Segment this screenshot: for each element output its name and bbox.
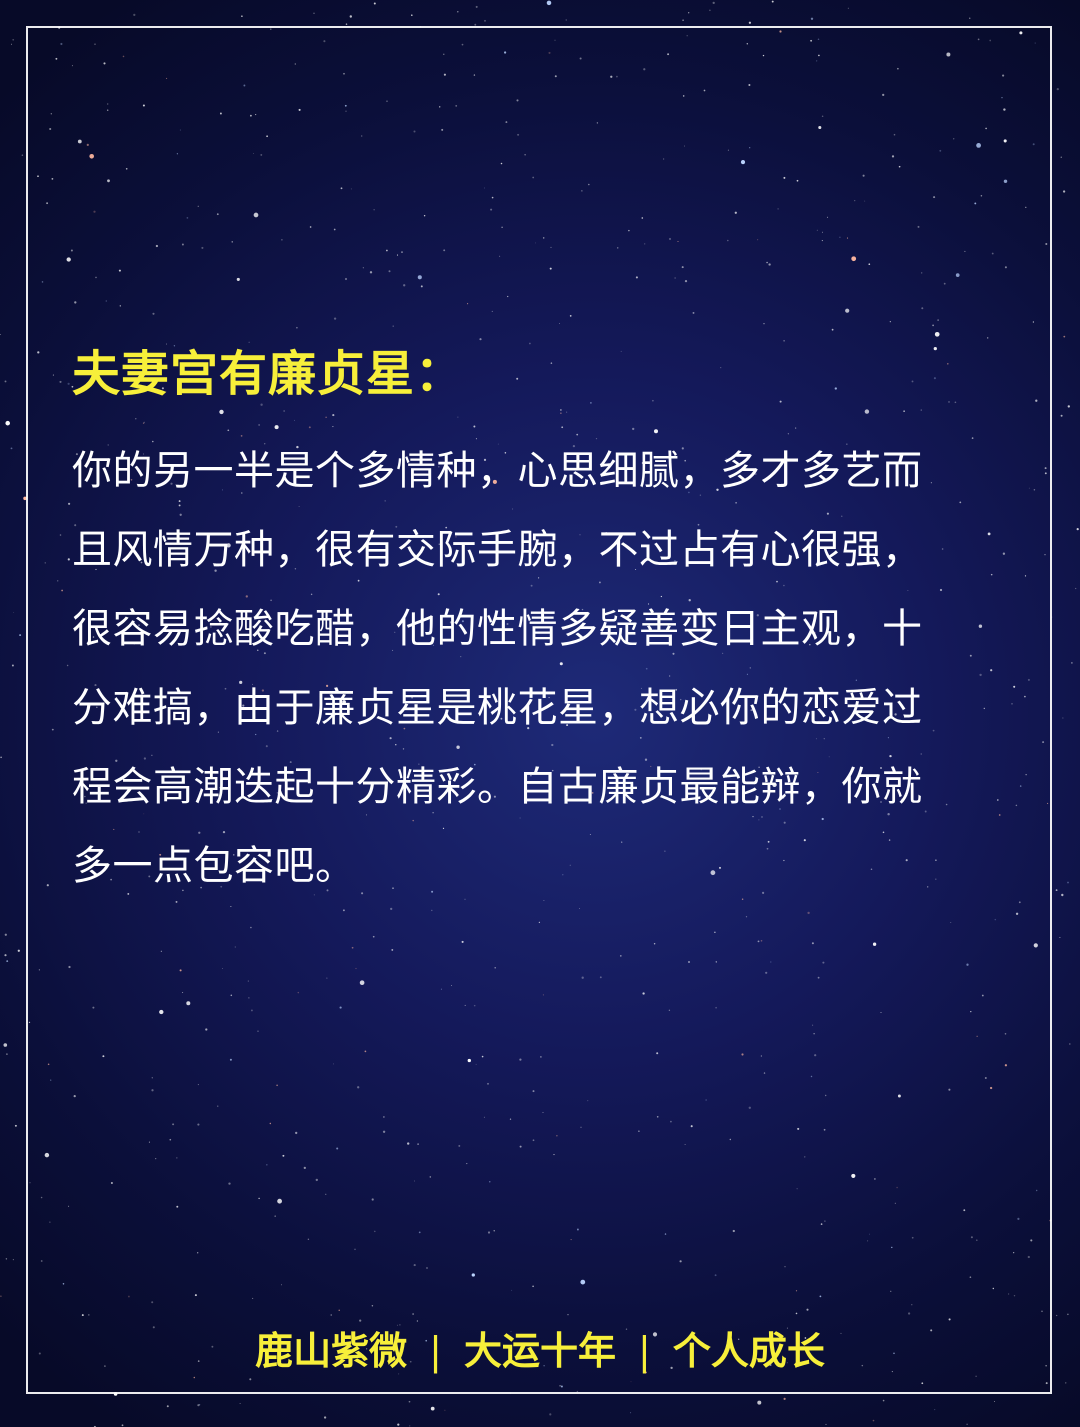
star (5, 1258, 8, 1260)
star (1060, 414, 1063, 417)
star (0, 1295, 2, 1298)
star (1056, 1314, 1058, 1317)
star (1068, 1043, 1071, 1045)
footer-item-brand: 鹿山紫微 (255, 1329, 408, 1373)
star (12, 38, 15, 41)
star (709, 9, 711, 12)
star (397, 1423, 400, 1426)
star (882, 1399, 885, 1402)
footer-item-fortune: 大运十年 (463, 1329, 616, 1373)
star (0, 334, 1, 336)
star (430, 1406, 435, 1411)
star (1055, 889, 1058, 892)
star (19, 634, 22, 637)
star (1067, 1313, 1069, 1316)
star (6, 1053, 8, 1055)
star (1067, 405, 1070, 408)
star (17, 949, 20, 952)
star (5, 420, 10, 426)
star (3, 1043, 8, 1047)
star (872, 1419, 875, 1422)
star (0, 756, 2, 759)
star (1065, 1382, 1067, 1384)
star (349, 15, 352, 18)
body-line: 且风情万种，很有交际手腕，不过占有心很强， (72, 527, 923, 573)
star (444, 1409, 446, 1411)
star (475, 5, 478, 8)
star (409, 1425, 411, 1427)
star (14, 1124, 17, 1127)
star (239, 1403, 241, 1404)
star (934, 1409, 936, 1411)
star (1061, 893, 1064, 897)
star (6, 960, 9, 962)
footer-tagline: 鹿山紫微 | 大运十年 | 个人成长 (0, 1320, 1080, 1375)
star (546, 0, 552, 6)
star (133, 13, 136, 17)
star (630, 1412, 632, 1414)
star (11, 43, 12, 45)
star (13, 611, 15, 613)
star (241, 15, 243, 18)
body-line: 多一点包容吧。 (72, 843, 356, 889)
star (21, 154, 24, 156)
star (825, 1423, 827, 1425)
star (969, 17, 971, 19)
star (197, 1404, 200, 1407)
star (457, 11, 459, 13)
star (1062, 717, 1064, 719)
star (771, 0, 774, 3)
star (166, 1405, 169, 1408)
star (11, 664, 14, 667)
body-line: 很容易捻酸吃醋，他的性情多疑善变日主观，十 (72, 606, 923, 652)
star (688, 12, 690, 14)
section-heading: 夫妻宫有廉贞星： (72, 346, 465, 402)
star (12, 1259, 14, 1261)
star (4, 933, 7, 936)
star (565, 19, 567, 21)
star (810, 17, 814, 20)
star (1075, 587, 1077, 590)
star (373, 2, 376, 5)
star (323, 1416, 327, 1419)
body-line: 分难搞，由于廉贞星是桃花星，想必你的恋爱过 (72, 685, 923, 731)
star (682, 19, 684, 22)
star (1063, 335, 1066, 338)
star (1076, 528, 1079, 531)
star (484, 19, 486, 22)
star (411, 14, 413, 16)
star (345, 23, 348, 25)
body-paragraph: 你的另一半是个多情种，心思细腻，多才多艺而 且风情万种，很有交际手腕，不过占有心… (72, 432, 1004, 906)
star (994, 1400, 995, 1402)
star (783, 1397, 786, 1400)
star (121, 1424, 124, 1427)
star (1056, 87, 1059, 91)
footer-item-growth: 个人成长 (672, 1329, 825, 1373)
star (408, 1400, 411, 1403)
star (1071, 662, 1073, 664)
star (1060, 156, 1062, 158)
star (1067, 881, 1069, 884)
star (1062, 190, 1066, 193)
star (757, 1400, 762, 1405)
body-line: 程会高潮迭起十分精彩。自古廉贞最能辩，你就 (72, 764, 923, 810)
star (748, 21, 752, 24)
body-line: 你的另一半是个多情种，心思细腻，多才多艺而 (72, 448, 923, 494)
star (966, 1423, 968, 1425)
star (4, 380, 7, 383)
star (313, 12, 315, 14)
star (712, 1, 715, 5)
star (847, 7, 849, 9)
footer-separator: | (638, 1329, 651, 1373)
star (4, 954, 7, 957)
star (1059, 936, 1061, 939)
footer-separator: | (429, 1329, 442, 1373)
star (10, 447, 13, 450)
star (549, 1413, 552, 1416)
